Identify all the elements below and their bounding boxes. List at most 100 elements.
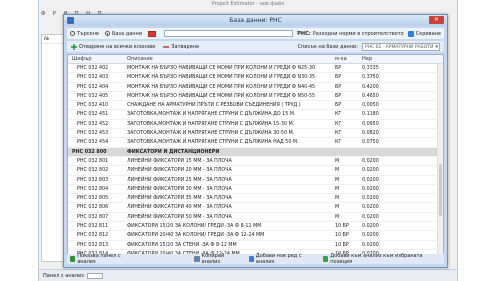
cell-norm: 0.0200 [362, 168, 379, 174]
cell-code: РНС 032 404 [77, 84, 109, 90]
column-header-description[interactable]: Описание [127, 55, 335, 63]
cell-code: РНС 032 803 [77, 177, 109, 183]
table-row[interactable]: РНС 032 807 ЛИНЕЙНИ ФИКСАТОРИ 50 ММ - ЗА … [68, 213, 443, 223]
add-row-icon [248, 256, 254, 262]
cell-norm: 0.0200 [362, 242, 379, 248]
cell-norm: 0.0200 [362, 233, 379, 239]
table-row[interactable]: РНС 032 403 МОНТАЖ НА БЪРЗО НАВИВАЩИ СЕ М… [68, 73, 443, 83]
cell-unit: БР [335, 84, 342, 90]
table-header: Шифър Описание м-ка Нер [68, 55, 443, 64]
add-to-selected-label: Добави към анализ към избраната позиция [330, 253, 423, 265]
db-label: РНС: [297, 30, 311, 37]
dialog-toolbar: Отваряне на всички клонове Затваряне Спи… [67, 41, 444, 52]
cell-description: ЛИНЕЙНИ ФИКСАТОРИ 50 ММ - ЗА ПЛОЧА [127, 214, 232, 220]
collapse-icon [163, 45, 170, 48]
table-row[interactable]: РНС 032 451 ЗАГОТОВКА,МОНТАЖ И НАПРЯГАНЕ … [68, 110, 443, 120]
expand-all-button[interactable]: Отваряне на всички клонове [71, 43, 155, 50]
cell-norm: 0.0200 [362, 158, 379, 164]
dialog-title-bar: База данни: РНС ✕ [64, 15, 447, 26]
background-status-bar: Панел с анализ [39, 269, 457, 281]
cell-code: РНС 032 402 [77, 66, 109, 71]
status-label: Панел с анализ [43, 273, 84, 279]
cell-norm: 0.0200 [362, 177, 379, 183]
database-radio-label: База данни [111, 30, 143, 37]
cell-code: РНС 032 453 [77, 131, 109, 137]
status-field[interactable] [87, 272, 104, 279]
menu-item[interactable]: Р [53, 11, 56, 17]
column-header-norm[interactable]: Нер [362, 55, 420, 63]
search-input[interactable] [164, 30, 294, 37]
add-to-selected-button[interactable]: Добави към анализ към избраната позиция [323, 253, 431, 265]
flag-icon[interactable] [148, 30, 157, 37]
cell-code: РНС 032 802 [77, 168, 109, 174]
cell-description: ЗАГОТОВКА,МОНТАЖ И НАПРЯГАНЕ СТРУНИ С ДЪ… [127, 140, 299, 146]
cell-norm: 0.0200 [362, 214, 379, 220]
radio-icon [70, 31, 75, 36]
show-panel-button[interactable]: Показва панел с анализ [70, 253, 132, 265]
cell-description: ЗАГОТОВКА,МОНТАЖ И НАПРЯГАНЕ СТРУНИ С ДЪ… [127, 112, 296, 118]
cell-unit [335, 148, 362, 156]
cell-unit: М [335, 168, 340, 174]
table-row[interactable]: РНС 032 802 ЛИНЕЙНИ ФИКСАТОРИ 20 ММ - ЗА … [68, 166, 443, 176]
cell-unit: М [335, 186, 340, 192]
cell-code: РНС 032 812 [77, 233, 109, 239]
table-row[interactable]: РНС 032 803 ЛИНЕЙНИ ФИКСАТОРИ 25 ММ - ЗА … [68, 176, 443, 185]
cell-norm: 0.3750 [362, 75, 379, 81]
cell-unit: БР [335, 66, 342, 71]
vertical-scrollbar[interactable] [437, 64, 443, 255]
table-row[interactable]: РНС 032 806 ЛИНЕЙНИ ФИКСАТОРИ 40 ММ - ЗА … [68, 203, 443, 213]
cell-unit: 10 БР [335, 233, 349, 239]
copy-analysis-label: Копирай анализ [201, 253, 225, 265]
menu-item[interactable]: Ф [41, 11, 45, 17]
cell-norm: 0.0750 [362, 140, 379, 146]
add-new-row-button[interactable]: Добави нов ред с анализ [248, 253, 313, 265]
hide-search-button[interactable]: Скриване [407, 30, 441, 37]
db-list-select[interactable]: РНС 02 · АРМАТУРНИ РАБОТИ [362, 42, 440, 51]
collapse-button[interactable]: Затваряне [163, 44, 199, 50]
cell-norm: 0.3335 [362, 66, 379, 71]
table-row[interactable]: РНС 032 805 ЛИНЕЙНИ ФИКСАТОРИ 35 ММ - ЗА … [68, 194, 443, 204]
cell-code: РНС 032 804 [77, 186, 109, 192]
cell-description: ЛИНЕЙНИ ФИКСАТОРИ 40 ММ - ЗА ПЛОЧА [127, 205, 232, 211]
copy-icon [194, 256, 200, 262]
cell-code: РНС 032 807 [77, 214, 109, 220]
database-radio[interactable]: База данни [104, 30, 143, 37]
table-row[interactable]: РНС 032 811 ФИКСАТОРИ 15/20 ЗА КОЛОНИ/ ГР… [68, 222, 443, 232]
cell-description: ЛИНЕЙНИ ФИКСАТОРИ 35 ММ - ЗА ПЛОЧА [127, 196, 232, 202]
table-row[interactable]: РНС 032 453 ЗАГОТОВКА,МОНТАЖ И НАПРЯГАНЕ … [68, 129, 443, 139]
column-header-unit[interactable]: м-ка [335, 55, 362, 63]
search-radio[interactable]: Търсене [70, 31, 99, 37]
table-row[interactable]: РНС 032 402 МОНТАЖ НА БЪРЗО НАВИВАЩИ СЕ М… [68, 64, 443, 74]
cell-description: МОНТАЖ НА БЪРЗО НАВИВАЩИ СЕ МОМИ ПРИ КОЛ… [127, 93, 316, 99]
table-row[interactable]: РНС 032 813 ФИКСАТОРИ 15/20 ЗА СТЕНИ -ЗА … [68, 241, 443, 250]
cell-unit: КГ [335, 140, 342, 146]
dialog-footer: Показва панел с анализ Копирай анализ До… [67, 253, 444, 265]
cell-unit: М [335, 196, 340, 202]
table-group-row[interactable]: РНС 032 800 ФИКСАТОРИ И ДИСТАНЦИОНЕРИ [68, 147, 443, 157]
table-row[interactable]: РНС 032 454 ЗАГОТОВКА,МОНТАЖ И НАПРЯГАНЕ … [68, 138, 443, 148]
copy-analysis-button[interactable]: Копирай анализ [194, 253, 238, 265]
cell-norm: 0.0050 [362, 103, 379, 109]
table-row[interactable]: РНС 032 804 ЛИНЕЙНИ ФИКСАТОРИ 30 ММ - ЗА … [68, 185, 443, 195]
table-row[interactable]: РНС 032 812 ФИКСАТОРИ 20/40 ЗА КОЛОНИ/ ГР… [68, 231, 443, 241]
scrollbar-thumb[interactable] [439, 164, 442, 216]
table-row[interactable]: РНС 032 801 ЛИНЕЙНИ ФИКСАТОРИ 15 ММ - ЗА … [68, 157, 443, 167]
table-row[interactable]: РНС 032 452 ЗАГОТОВКА,МОНТАЖ И НАПРЯГАНЕ … [68, 120, 443, 130]
cell-description: СНАЖДАНЕ НА АРМАТУРНИ ПРЪТИ С РЕЗБОВИ СЪ… [127, 103, 301, 109]
table-row[interactable]: РНС 032 410 СНАЖДАНЕ НА АРМАТУРНИ ПРЪТИ С… [68, 101, 443, 111]
cell-norm: 0.4650 [362, 93, 379, 99]
cell-description: ЛИНЕЙНИ ФИКСАТОРИ 30 ММ - ЗА ПЛОЧА [127, 186, 232, 192]
cell-unit: БР [335, 75, 342, 81]
expand-icon [71, 43, 77, 50]
cell-description: ФИКСАТОРИ И ДИСТАНЦИОНЕРИ [127, 149, 220, 155]
column-header: № [42, 35, 64, 44]
table-row[interactable]: РНС 032 405 МОНТАЖ НА БЪРЗО НАВИВАЩИ СЕ М… [68, 92, 443, 102]
dialog-title: База данни: РНС [229, 17, 282, 24]
cell-description: МОНТАЖ НА БЪРЗО НАВИВАЩИ СЕ МОМИ ПРИ КОЛ… [127, 75, 316, 81]
cell-code: РНС 032 454 [77, 140, 109, 146]
close-button[interactable]: ✕ [429, 16, 444, 24]
search-bar: Търсене База данни РНС: Разходни норми в… [67, 28, 444, 39]
cell-code: РНС 032 410 [77, 103, 109, 109]
table-row[interactable]: РНС 032 404 МОНТАЖ НА БЪРЗО НАВИВАЩИ СЕ М… [68, 83, 443, 92]
column-header-code[interactable]: Шифър [68, 55, 127, 63]
